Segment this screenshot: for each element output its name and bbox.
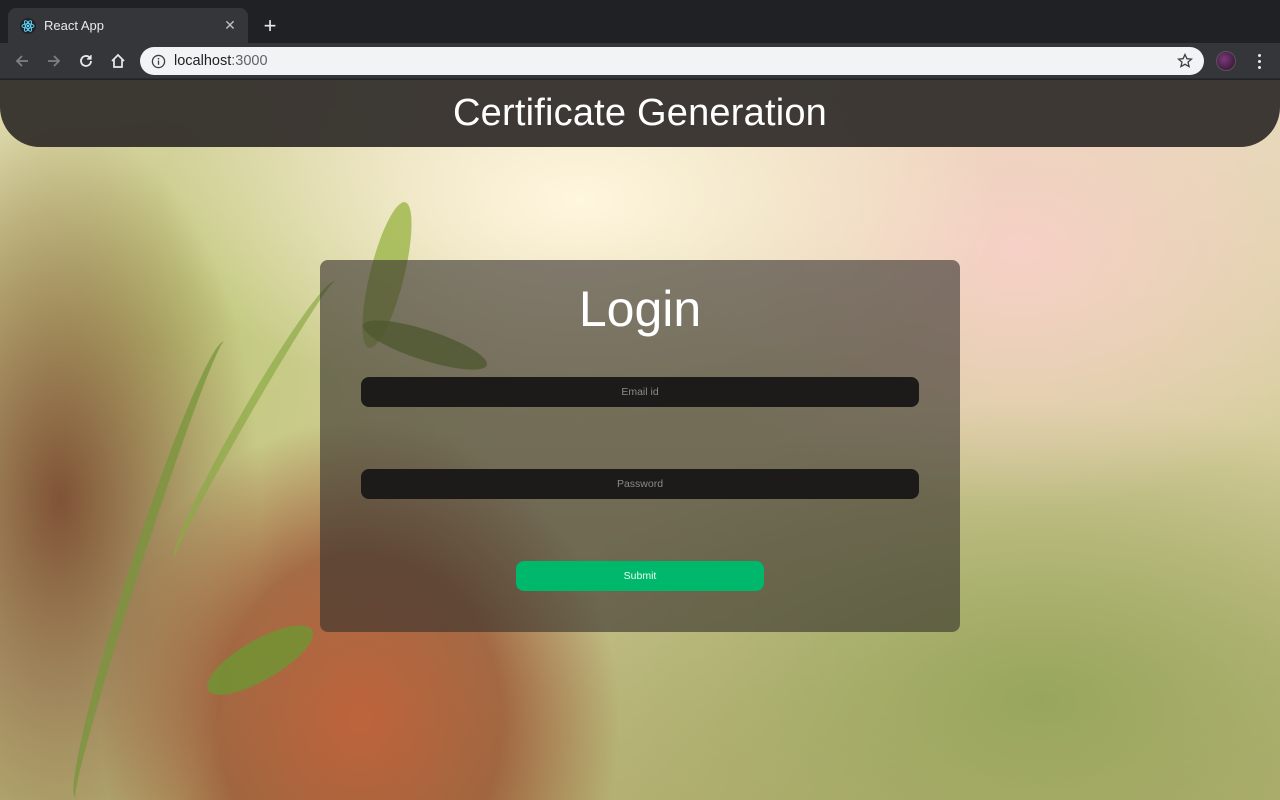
url-host: localhost (174, 53, 232, 69)
close-icon[interactable]: ✕ (222, 17, 238, 34)
back-arrow-icon[interactable] (10, 49, 34, 73)
profile-avatar[interactable] (1216, 51, 1236, 71)
plus-icon[interactable]: + (258, 14, 282, 38)
reload-icon[interactable] (74, 49, 98, 73)
info-icon[interactable] (150, 53, 166, 69)
browser-tab[interactable]: React App ✕ (8, 8, 248, 43)
background-plant-stem (56, 335, 244, 800)
email-field[interactable] (361, 377, 919, 407)
background-plant-leaf (198, 612, 322, 708)
login-form: Login Submit (320, 260, 960, 632)
tab-title: React App (44, 18, 104, 33)
address-bar[interactable]: localhost:3000 (140, 47, 1204, 75)
browser-tab-strip: React App ✕ + (0, 0, 1280, 43)
browser-toolbar: localhost:3000 (0, 43, 1280, 79)
star-icon[interactable] (1176, 52, 1194, 70)
url-text[interactable]: localhost:3000 (174, 53, 1176, 69)
app-header: Certificate Generation (0, 80, 1280, 147)
page-title: Certificate Generation (452, 92, 828, 134)
password-field[interactable] (361, 469, 919, 499)
url-port: :3000 (231, 53, 268, 69)
forward-arrow-icon[interactable] (42, 49, 66, 73)
react-logo-icon (20, 17, 36, 34)
submit-button[interactable]: Submit (516, 561, 764, 591)
login-title: Login (578, 281, 702, 337)
page-viewport: Certificate Generation Login Submit (0, 80, 1280, 800)
home-icon[interactable] (106, 49, 130, 73)
kebab-menu-icon[interactable] (1250, 49, 1268, 73)
